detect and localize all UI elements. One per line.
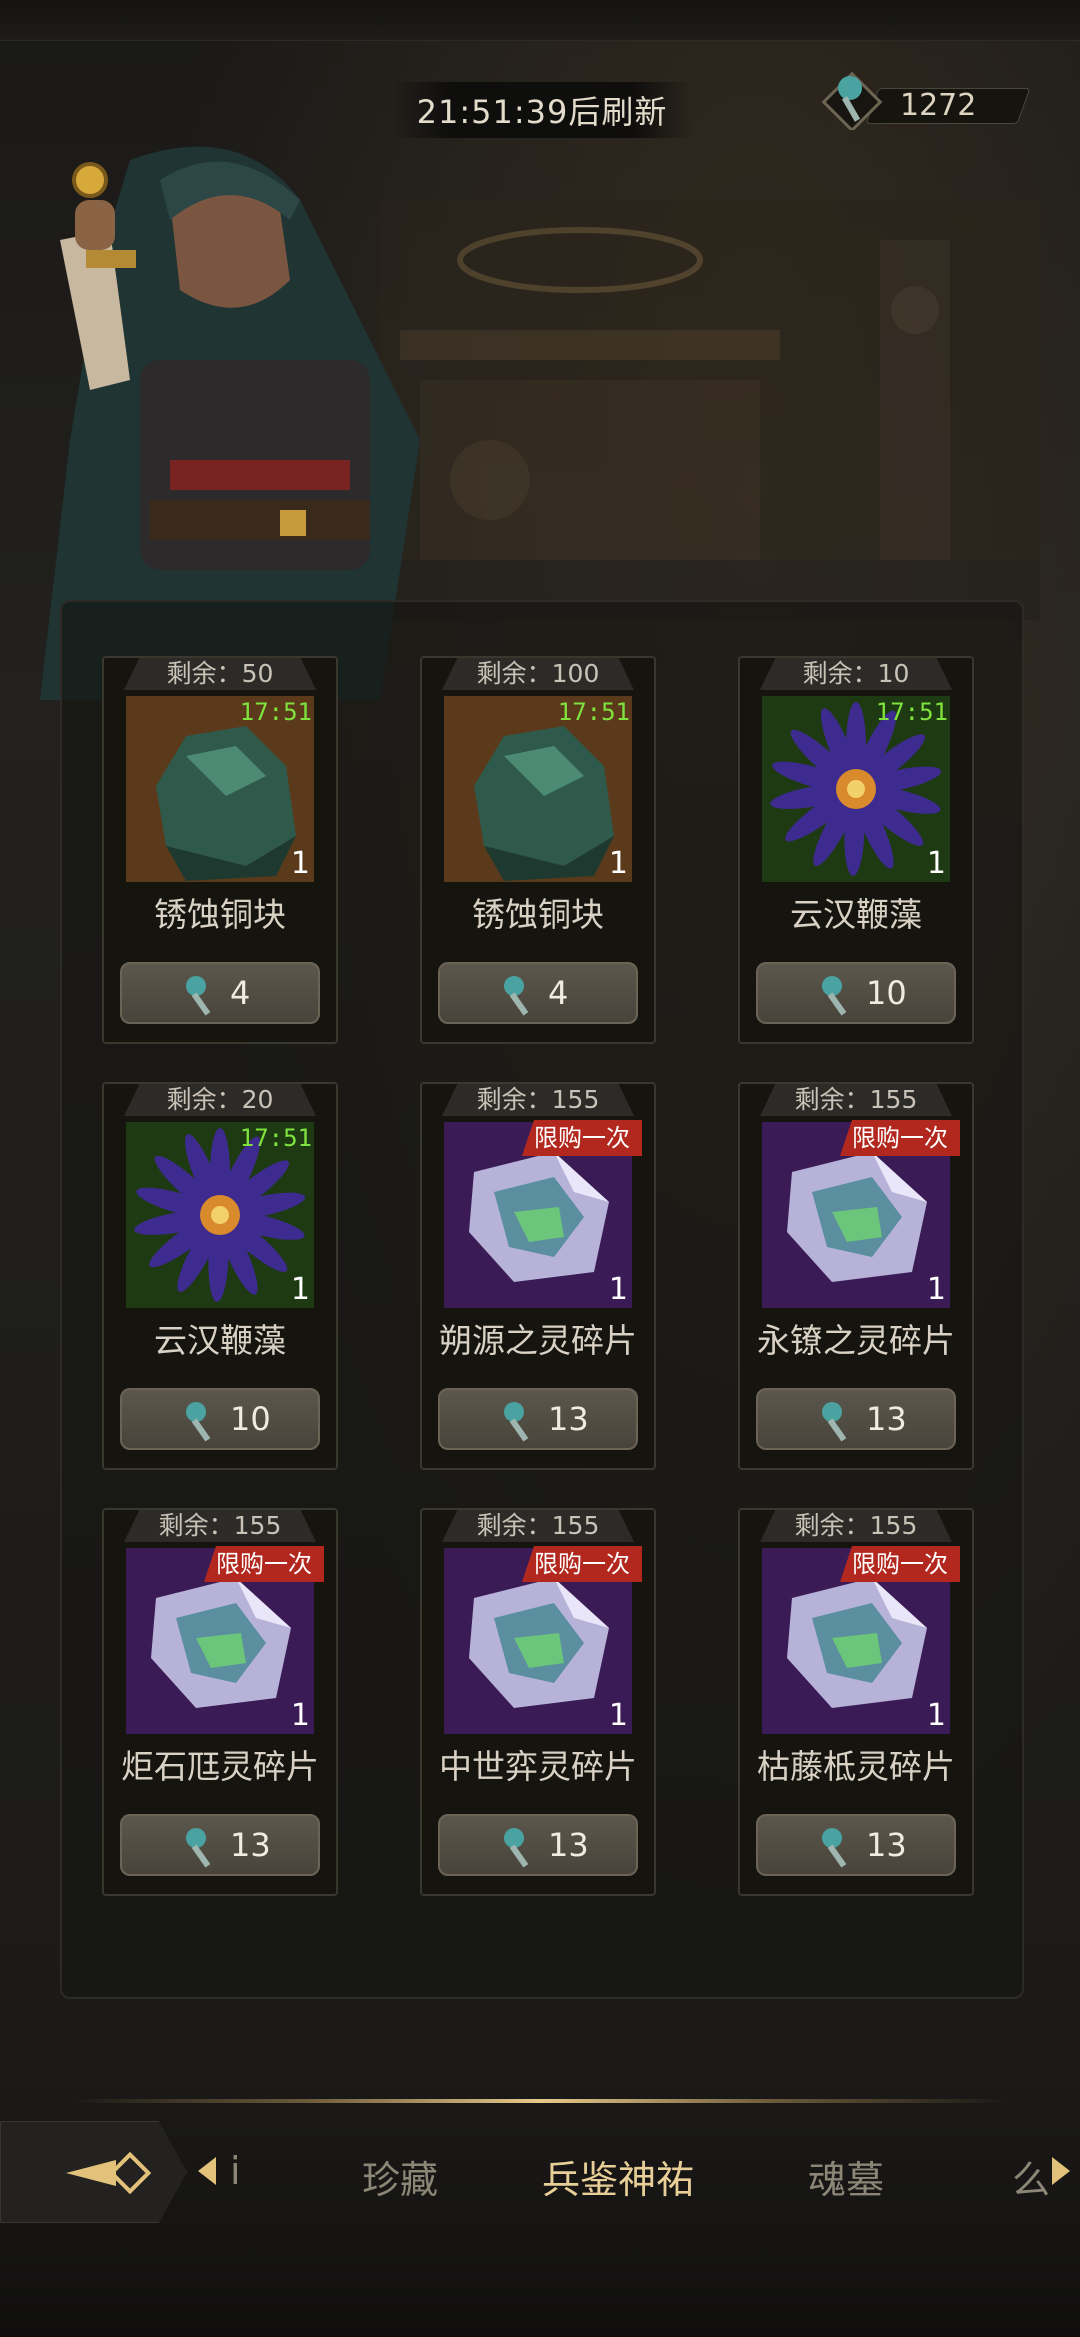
item-quantity: 1: [290, 846, 310, 881]
spirit-key-icon: [186, 1828, 211, 1868]
tab-soul-tomb[interactable]: 魂墓: [808, 2149, 884, 2204]
item-name: 中世弈灵碎片: [439, 1747, 637, 1786]
item-price: 13: [230, 1826, 271, 1864]
item-timer: 17:51: [557, 698, 630, 726]
shop-item-card[interactable]: 剩余：155 限购一次 1 中世弈灵碎片 13: [420, 1508, 656, 1896]
remaining-stock: 剩余：10: [760, 658, 952, 690]
spirit-key-icon: [504, 1402, 529, 1442]
item-quantity: 1: [290, 1698, 310, 1733]
buy-button[interactable]: 13: [438, 1388, 638, 1450]
buy-button[interactable]: 13: [438, 1814, 638, 1876]
item-name: 锈蚀铜块: [154, 895, 286, 934]
item-quantity: 1: [926, 846, 946, 881]
purchase-limit-badge: 限购一次: [522, 1546, 642, 1582]
nav-divider: [70, 2099, 1010, 2103]
top-bar: [0, 0, 1080, 41]
buy-button[interactable]: 4: [438, 962, 638, 1024]
item-quantity: 1: [608, 1698, 628, 1733]
buy-button[interactable]: 13: [756, 1388, 956, 1450]
spirit-key-icon: [821, 71, 883, 130]
shop-item-card[interactable]: 剩余：10 17:51 1 云汉鞭藻 10: [738, 656, 974, 1044]
item-quantity: 1: [290, 1272, 310, 1307]
item-quantity: 1: [926, 1698, 946, 1733]
tab-bingjian-shenyou[interactable]: 兵鉴神祐: [542, 2149, 694, 2204]
spirit-key-icon: [504, 976, 529, 1016]
item-price: 13: [548, 1400, 589, 1438]
tab-partial-left[interactable]: i: [230, 2149, 241, 2193]
item-quantity: 1: [608, 1272, 628, 1307]
back-button[interactable]: [0, 2121, 187, 2223]
spirit-key-icon: [186, 976, 211, 1016]
shop-item-card[interactable]: 剩余：100 17:51 1 锈蚀铜块 4: [420, 656, 656, 1044]
remaining-stock: 剩余：155: [760, 1084, 952, 1116]
buy-button[interactable]: 10: [756, 962, 956, 1024]
purchase-limit-badge: 限购一次: [840, 1546, 960, 1582]
item-price: 13: [866, 1400, 907, 1438]
item-price: 13: [866, 1826, 907, 1864]
shop-item-card[interactable]: 剩余：155 限购一次 1 枯藤柢灵碎片 13: [738, 1508, 974, 1896]
currency-amount: 1272: [900, 88, 977, 123]
tab-partial-right[interactable]: 么: [1012, 2149, 1050, 2204]
item-price: 4: [548, 974, 569, 1012]
item-quantity: 1: [926, 1272, 946, 1307]
item-timer: 17:51: [239, 698, 312, 726]
remaining-stock: 剩余：100: [442, 658, 634, 690]
buy-button[interactable]: 13: [120, 1814, 320, 1876]
item-name: 炬石尫灵碎片: [121, 1747, 319, 1786]
purchase-limit-badge: 限购一次: [522, 1120, 642, 1156]
shop-item-card[interactable]: 剩余：155 限购一次 1 永镣之灵碎片 13: [738, 1082, 974, 1470]
purchase-limit-badge: 限购一次: [204, 1546, 324, 1582]
item-name: 锈蚀铜块: [472, 895, 604, 934]
bottom-decoration: [0, 2255, 1080, 2337]
buy-button[interactable]: 13: [756, 1814, 956, 1876]
item-name: 云汉鞭藻: [154, 1321, 286, 1360]
spirit-key-icon: [822, 976, 847, 1016]
item-price: 4: [230, 974, 251, 1012]
item-timer: 17:51: [239, 1124, 312, 1152]
remaining-stock: 剩余：155: [442, 1510, 634, 1542]
item-name: 朔源之灵碎片: [439, 1321, 637, 1360]
remaining-stock: 剩余：155: [760, 1510, 952, 1542]
spirit-key-icon: [504, 1828, 529, 1868]
item-quantity: 1: [608, 846, 628, 881]
remaining-stock: 剩余：155: [442, 1084, 634, 1116]
spirit-key-icon: [186, 1402, 211, 1442]
item-price: 10: [230, 1400, 271, 1438]
remaining-stock: 剩余：50: [124, 658, 316, 690]
item-timer: 17:51: [875, 698, 948, 726]
item-price: 13: [548, 1826, 589, 1864]
shop-item-card[interactable]: 剩余：155 限购一次 1 炬石尫灵碎片 13: [102, 1508, 338, 1896]
refresh-timer: 21:51:39后刷新: [392, 82, 692, 138]
shop-item-card[interactable]: 剩余：50 17:51 1 锈蚀铜块 4: [102, 656, 338, 1044]
shop-item-card[interactable]: 剩余：20 17:51 1 云汉鞭藻 10: [102, 1082, 338, 1470]
item-price: 10: [866, 974, 907, 1012]
tab-treasure[interactable]: 珍藏: [362, 2149, 438, 2204]
item-name: 云汉鞭藻: [790, 895, 922, 934]
spirit-key-icon: [822, 1828, 847, 1868]
bottom-navigation: i 珍藏 兵鉴神祐 魂墓 么: [0, 2085, 1080, 2337]
remaining-stock: 剩余：155: [124, 1510, 316, 1542]
shop-item-card[interactable]: 剩余：155 限购一次 1 朔源之灵碎片 13: [420, 1082, 656, 1470]
nav-left-arrow-icon[interactable]: [198, 2157, 216, 2185]
spirit-key-icon: [822, 1402, 847, 1442]
nav-right-arrow-icon[interactable]: [1052, 2157, 1070, 2185]
item-name: 枯藤柢灵碎片: [757, 1747, 955, 1786]
back-arrow-icon: [66, 2151, 152, 2195]
buy-button[interactable]: 4: [120, 962, 320, 1024]
currency-display: 1272: [820, 60, 1031, 130]
item-name: 永镣之灵碎片: [757, 1321, 955, 1360]
purchase-limit-badge: 限购一次: [840, 1120, 960, 1156]
buy-button[interactable]: 10: [120, 1388, 320, 1450]
remaining-stock: 剩余：20: [124, 1084, 316, 1116]
